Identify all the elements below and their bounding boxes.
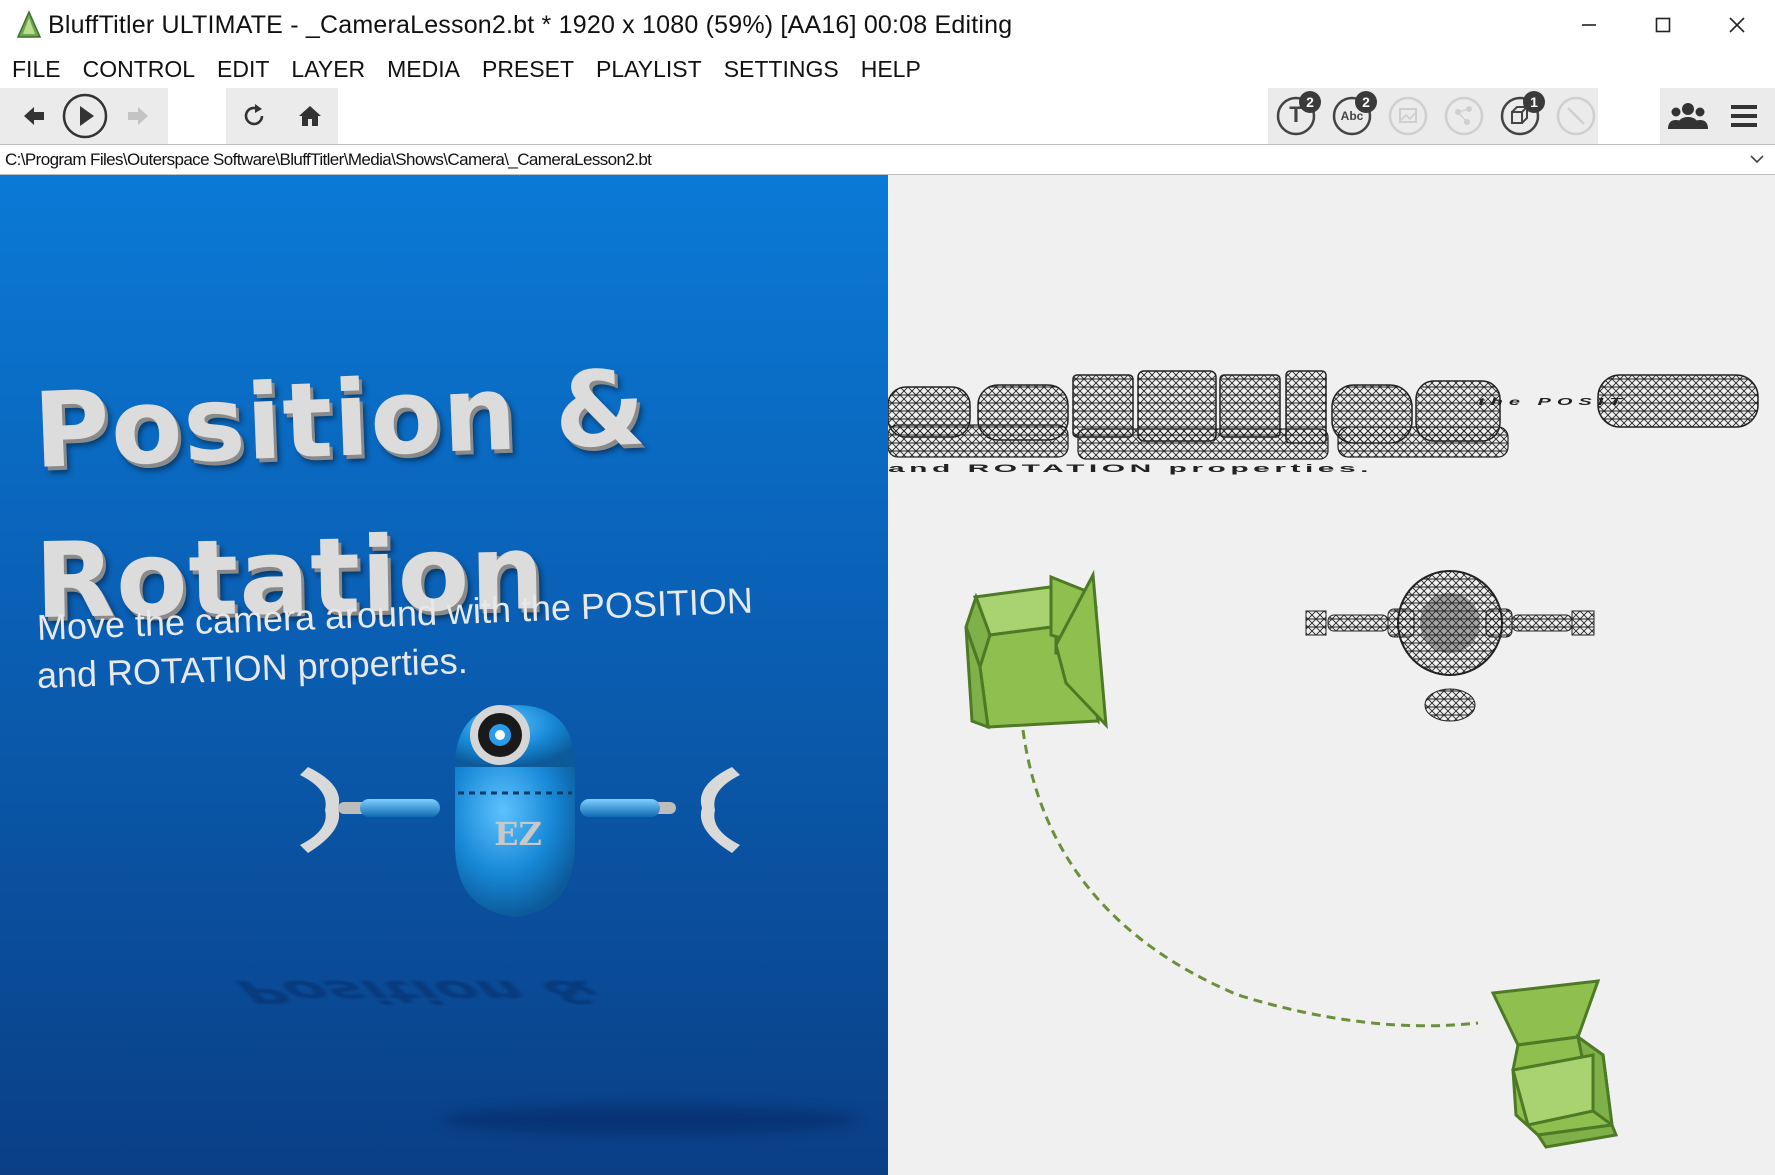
menu-control[interactable]: CONTROL	[83, 56, 195, 83]
window-title: BluffTitler ULTIMATE - _CameraLesson2.bt…	[48, 10, 1013, 39]
robot-label: EZ	[494, 815, 542, 853]
play-circle-icon	[62, 93, 108, 139]
camera-start-gizmo	[964, 569, 1108, 730]
maximize-button[interactable]	[1626, 0, 1700, 50]
menu-preset[interactable]: PRESET	[482, 56, 574, 83]
text-layer-button[interactable]: T 2	[1268, 88, 1324, 144]
title-bar: BluffTitler ULTIMATE - _CameraLesson2.bt…	[0, 0, 1775, 50]
wireframe-subtitle: and ROTATION properties.	[888, 462, 1373, 474]
users-icon	[1668, 103, 1708, 129]
toolbar: T 2 Abc 2 1	[0, 88, 1775, 144]
preview-subtitle-line2: and ROTATION properties.	[36, 639, 469, 696]
show-path-combobox[interactable]: C:\Program Files\Outerspace Software\Blu…	[0, 144, 1775, 175]
maximize-icon	[1655, 17, 1671, 33]
menu-settings[interactable]: SETTINGS	[724, 56, 839, 83]
render-preview[interactable]: Position & Rotation Move the camera arou…	[0, 175, 888, 1175]
menu-edit[interactable]: EDIT	[217, 56, 269, 83]
main-menu-button[interactable]	[1716, 88, 1772, 144]
previous-button[interactable]	[6, 88, 62, 144]
minimize-button[interactable]	[1552, 0, 1626, 50]
camera-path	[1021, 729, 1479, 1028]
menu-bar: FILE CONTROL EDIT LAYER MEDIA PRESET PLA…	[0, 50, 1775, 88]
home-icon	[299, 106, 321, 126]
chevron-down-icon[interactable]	[1749, 151, 1765, 167]
preview-title-line1: Position &	[31, 346, 649, 492]
robot-wireframe	[1305, 570, 1595, 722]
floor-reflection: Position &	[222, 973, 617, 1010]
users-button[interactable]	[1660, 88, 1716, 144]
next-button[interactable]	[110, 88, 166, 144]
abc-layer-button[interactable]: Abc 2	[1324, 88, 1380, 144]
play-button[interactable]	[57, 88, 113, 144]
hamburger-menu-icon	[1731, 105, 1757, 127]
close-button[interactable]	[1700, 0, 1774, 50]
camera-end-gizmo	[1490, 979, 1619, 1149]
picture-layer-icon	[1388, 96, 1428, 136]
pen-disabled-icon	[1556, 96, 1596, 136]
show-path-value: C:\Program Files\Outerspace Software\Blu…	[5, 149, 652, 169]
picture-layer-button[interactable]	[1380, 88, 1436, 144]
menu-media[interactable]: MEDIA	[387, 56, 460, 83]
scene-editor-view[interactable]: and ROTATION properties. the POSIT	[888, 175, 1775, 1175]
text-layer-count-badge: 2	[1299, 91, 1321, 113]
menu-playlist[interactable]: PLAYLIST	[596, 56, 702, 83]
refresh-icon	[244, 104, 264, 126]
arrow-right-icon	[128, 107, 148, 125]
home-button[interactable]	[282, 88, 338, 144]
menu-file[interactable]: FILE	[12, 56, 61, 83]
close-icon	[1729, 17, 1745, 33]
arrow-left-icon	[24, 107, 44, 125]
wireframe-title-mesh	[888, 370, 1759, 460]
disabled-layer-button[interactable]	[1548, 88, 1604, 144]
robot-illustration: EZ	[300, 705, 740, 917]
menu-help[interactable]: HELP	[861, 56, 921, 83]
floor-shadow	[440, 1105, 860, 1135]
particle-layer-button[interactable]	[1436, 88, 1492, 144]
wireframe-subtitle-right: the POSIT	[1478, 397, 1627, 408]
model-layer-count-badge: 1	[1523, 91, 1545, 113]
menu-layer[interactable]: LAYER	[291, 56, 365, 83]
model-layer-button[interactable]: 1	[1492, 88, 1548, 144]
minimize-icon	[1582, 24, 1596, 26]
blufftitler-app-icon	[16, 10, 42, 38]
abc-layer-count-badge: 2	[1355, 91, 1377, 113]
reload-button[interactable]	[226, 88, 282, 144]
particles-icon	[1444, 96, 1484, 136]
scene-schematic: and ROTATION properties. the POSIT	[888, 370, 1759, 1149]
